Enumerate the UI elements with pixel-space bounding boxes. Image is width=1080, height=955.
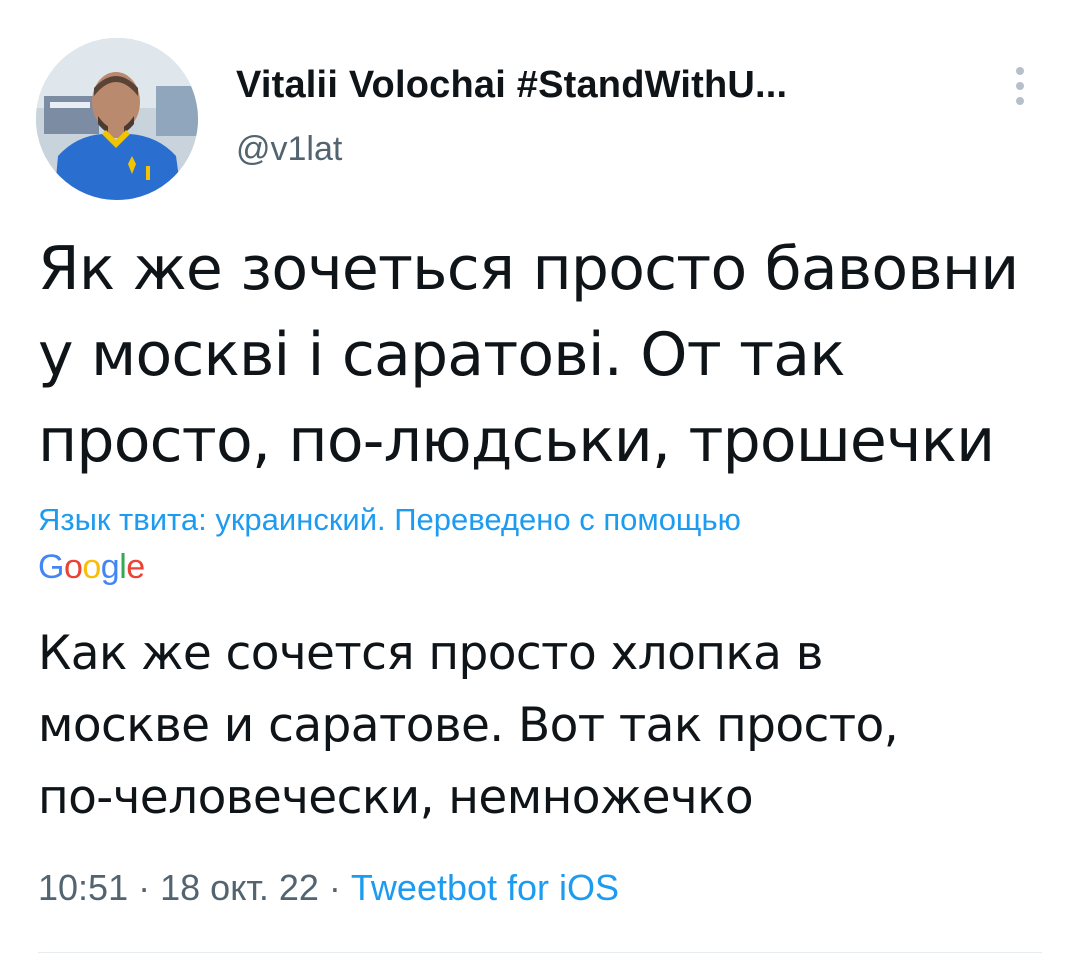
translated-text-line: Как же сочется просто хлопка в (38, 626, 823, 681)
meta-separator: · (328, 867, 341, 908)
tweet-date[interactable]: 18 окт. 22 (160, 867, 319, 908)
google-logo-letter: g (100, 548, 120, 586)
google-logo-letter: o (82, 548, 101, 586)
google-logo-letter: e (126, 548, 145, 586)
user-avatar[interactable] (36, 38, 198, 200)
tweet-text-line: Як же зочеться просто бавовни (38, 234, 1019, 304)
meta-separator: · (138, 867, 151, 908)
translated-text: Как же сочется просто хлопка в москве и … (38, 618, 1048, 834)
tweet-time[interactable]: 10:51 (38, 867, 128, 908)
google-logo-letter: G (38, 548, 64, 586)
tweet-card: Vitalii Volochai #StandWithU... @v1lat Я… (0, 0, 1080, 955)
tweet-text: Як же зочеться просто бавовни у москві і… (38, 226, 1048, 484)
google-logo: Google (38, 545, 145, 589)
tweet-text-line: просто, по-людськи, трошечки (38, 406, 995, 476)
translated-text-line: москве и саратове. Вот так просто, (38, 698, 899, 753)
translated-text-line: по-человечески, немножечко (38, 770, 754, 825)
user-display-name[interactable]: Vitalii Volochai #StandWithU... (236, 64, 787, 107)
tweet-text-line: у москві і саратові. От так (38, 320, 845, 390)
tweet-source-link[interactable]: Tweetbot for iOS (351, 867, 619, 908)
tweet-metadata: 10:51 · 18 окт. 22 · Tweetbot for iOS (38, 864, 619, 912)
user-handle[interactable]: @v1lat (236, 130, 342, 169)
more-options-button[interactable] (1000, 62, 1040, 110)
google-logo-letter: o (63, 548, 83, 586)
avatar-photo-icon (36, 38, 198, 200)
more-dot-icon (1016, 82, 1024, 90)
more-dot-icon (1016, 97, 1024, 105)
more-dot-icon (1016, 67, 1024, 75)
divider (38, 952, 1042, 953)
translation-note[interactable]: Язык твита: украинский. Переведено с пом… (38, 498, 741, 542)
